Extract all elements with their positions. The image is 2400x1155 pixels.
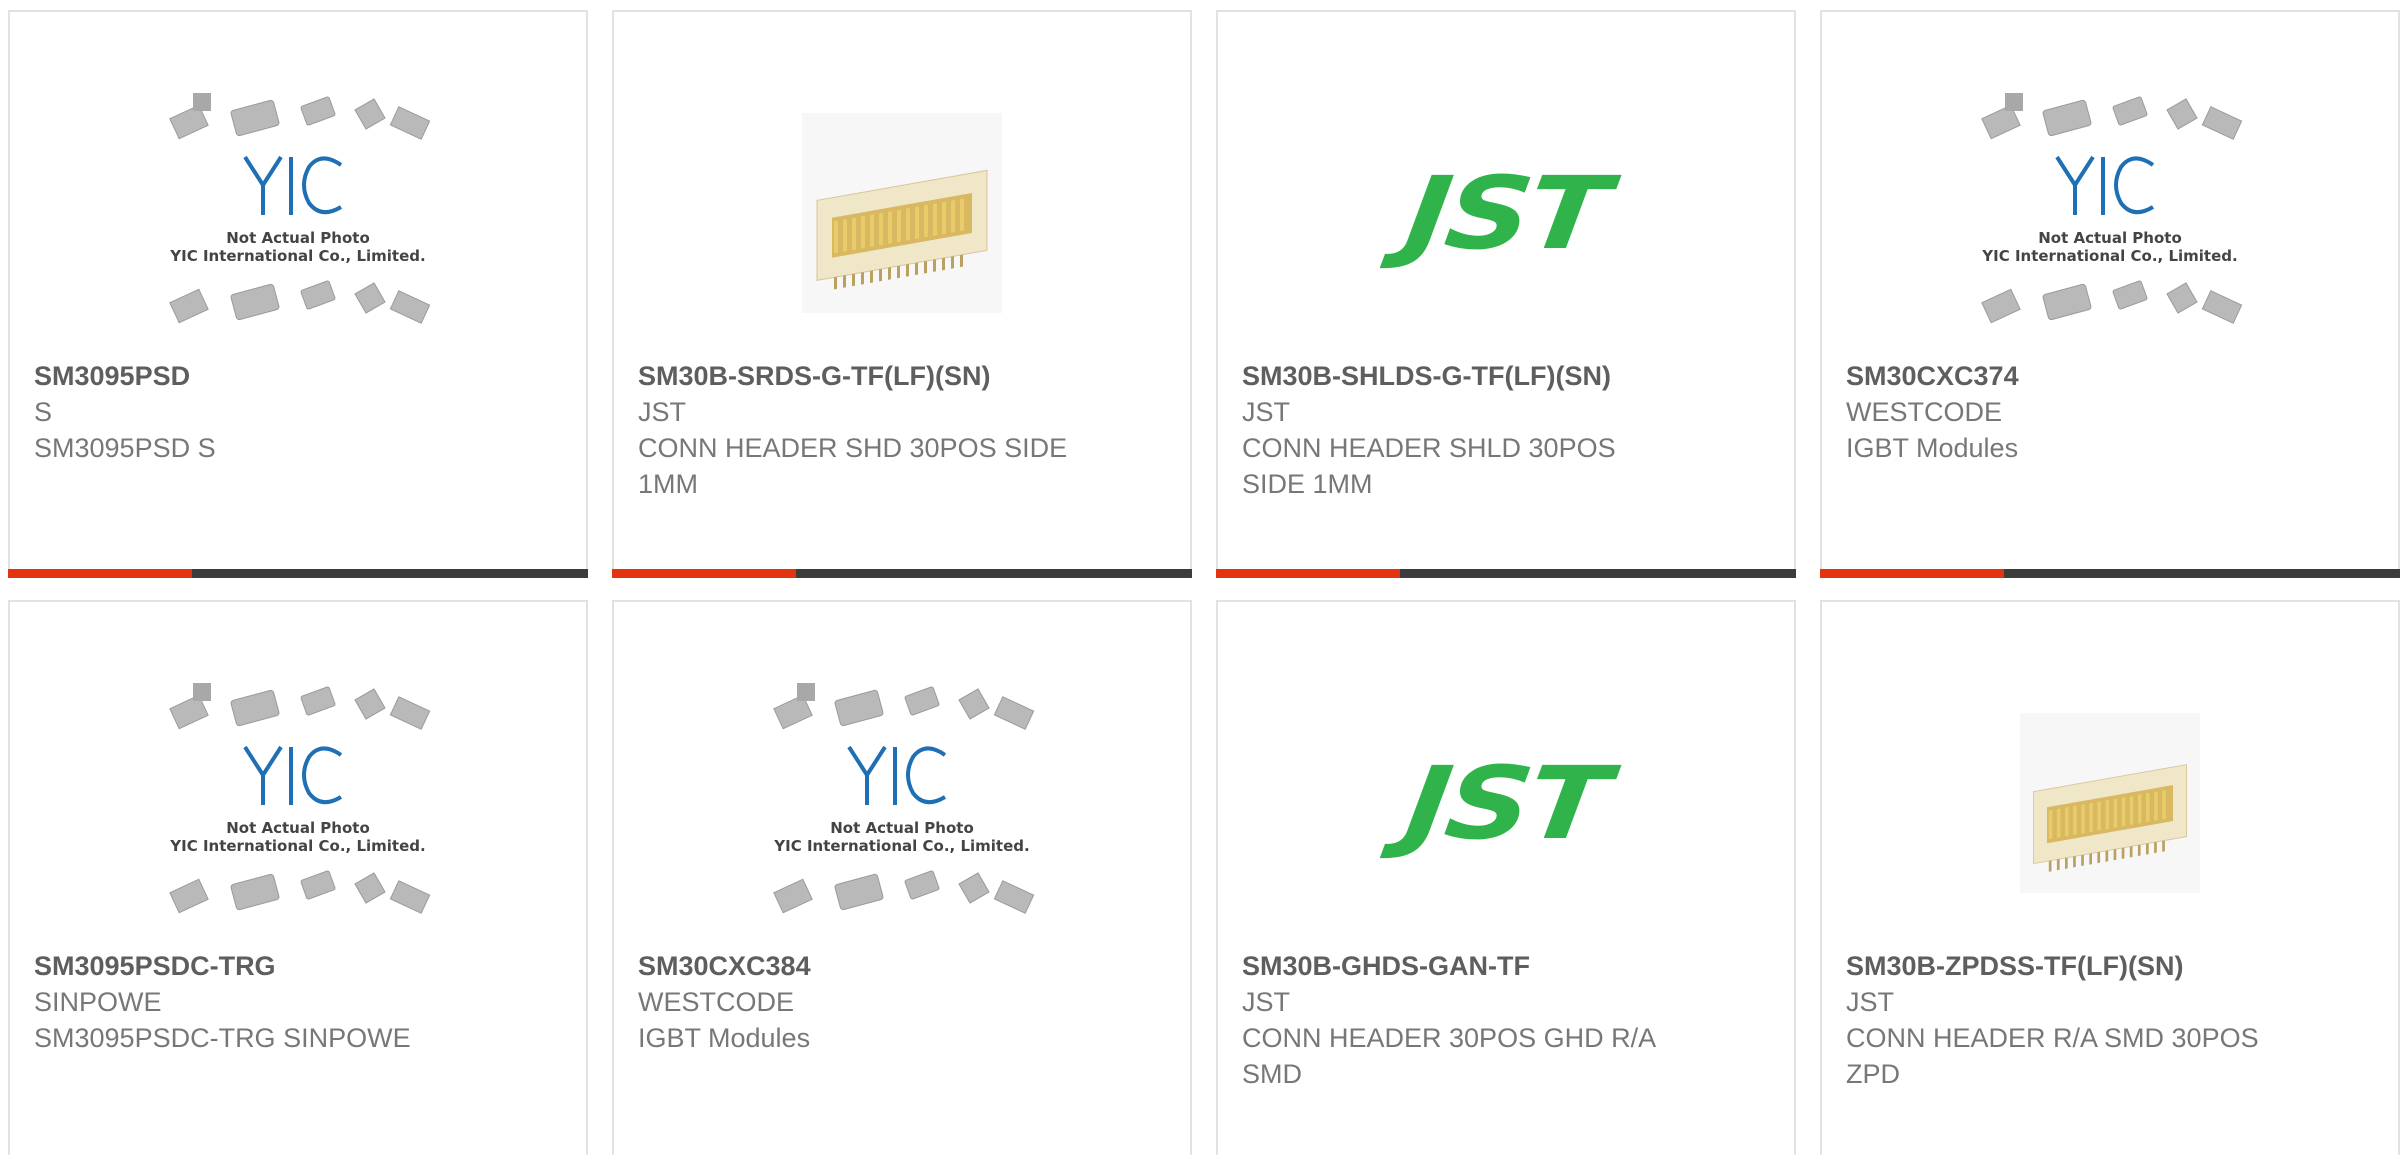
svg-text:YIC International Co., Limited: YIC International Co., Limited. <box>773 837 1029 855</box>
manufacturer: JST <box>1846 987 1895 1017</box>
product-card[interactable]: Not Actual Photo YIC International Co., … <box>612 600 1192 1155</box>
card-footer-accent <box>1216 569 1400 578</box>
product-card[interactable]: Not Actual Photo YIC International Co., … <box>1820 10 2400 578</box>
part-number[interactable]: SM30CXC374 <box>1846 358 2276 394</box>
manufacturer: S <box>34 397 53 427</box>
card-footer-bar <box>1216 569 1796 578</box>
svg-text:YIC International Co., Limited: YIC International Co., Limited. <box>169 837 425 855</box>
jst-logo: JST <box>1399 744 1613 862</box>
svg-text:Not Actual Photo: Not Actual Photo <box>226 229 370 247</box>
part-number[interactable]: SM30B-GHDS-GAN-TF <box>1242 948 1672 984</box>
card-footer-accent <box>612 569 796 578</box>
product-image: JST <box>1218 78 1794 348</box>
connector-photo <box>2020 713 2200 893</box>
svg-text:Not Actual Photo: Not Actual Photo <box>2038 229 2182 247</box>
manufacturer: WESTCODE <box>638 987 795 1017</box>
product-card[interactable]: Not Actual Photo YIC International Co., … <box>8 10 588 578</box>
product-image: JST <box>1218 668 1794 938</box>
description: CONN HEADER R/A SMD 30POS ZPD <box>1846 1023 2259 1089</box>
manufacturer: JST <box>1242 987 1291 1017</box>
part-number[interactable]: SM30CXC384 <box>638 948 1068 984</box>
product-card[interactable]: JST SM30B-GHDS-GAN-TF JST CONN HEADER 30… <box>1216 600 1796 1155</box>
svg-text:YIC International Co., Limited: YIC International Co., Limited. <box>169 247 425 265</box>
description: SM3095PSD S <box>34 433 216 463</box>
manufacturer: JST <box>1242 397 1291 427</box>
description: CONN HEADER SHLD 30POS SIDE 1MM <box>1242 433 1616 499</box>
card-footer-bar <box>612 569 1192 578</box>
part-number[interactable]: SM30B-SHLDS-G-TF(LF)(SN) <box>1242 358 1672 394</box>
yic-placeholder-graphic: Not Actual Photo YIC International Co., … <box>773 683 1035 914</box>
product-image: Not Actual Photo YIC International Co., … <box>614 668 1190 938</box>
part-number[interactable]: SM30B-ZPDSS-TF(LF)(SN) <box>1846 948 2276 984</box>
description: IGBT Modules <box>638 1023 811 1053</box>
product-card[interactable]: Not Actual Photo YIC International Co., … <box>8 600 588 1155</box>
jst-logo: JST <box>1399 154 1613 272</box>
card-footer-accent <box>8 569 192 578</box>
part-number[interactable]: SM3095PSDC-TRG <box>34 948 464 984</box>
product-image <box>614 78 1190 348</box>
svg-text:YIC International Co., Limited: YIC International Co., Limited. <box>1981 247 2237 265</box>
svg-text:Not Actual Photo: Not Actual Photo <box>226 819 370 837</box>
description: CONN HEADER SHD 30POS SIDE 1MM <box>638 433 1068 499</box>
description: CONN HEADER 30POS GHD R/A SMD <box>1242 1023 1655 1089</box>
description: SM3095PSDC-TRG SINPOWE <box>34 1023 411 1053</box>
product-image <box>1822 668 2398 938</box>
product-image: Not Actual Photo YIC International Co., … <box>1822 78 2398 348</box>
part-number[interactable]: SM3095PSD <box>34 358 464 394</box>
manufacturer: WESTCODE <box>1846 397 2003 427</box>
part-number[interactable]: SM30B-SRDS-G-TF(LF)(SN) <box>638 358 1068 394</box>
product-image: Not Actual Photo YIC International Co., … <box>10 78 586 348</box>
manufacturer: JST <box>638 397 687 427</box>
product-card[interactable]: SM30B-ZPDSS-TF(LF)(SN) JST CONN HEADER R… <box>1820 600 2400 1155</box>
yic-placeholder-graphic: Not Actual Photo YIC International Co., … <box>169 93 431 324</box>
svg-text:Not Actual Photo: Not Actual Photo <box>830 819 974 837</box>
card-footer-bar <box>8 569 588 578</box>
card-footer-accent <box>1820 569 2004 578</box>
card-footer-bar <box>1820 569 2400 578</box>
product-grid: Not Actual Photo YIC International Co., … <box>0 0 2400 1155</box>
yic-placeholder-graphic: Not Actual Photo YIC International Co., … <box>1981 93 2243 324</box>
product-card[interactable]: SM30B-SRDS-G-TF(LF)(SN) JST CONN HEADER … <box>612 10 1192 578</box>
description: IGBT Modules <box>1846 433 2019 463</box>
manufacturer: SINPOWE <box>34 987 162 1017</box>
yic-placeholder-graphic: Not Actual Photo YIC International Co., … <box>169 683 431 914</box>
connector-photo <box>802 113 1002 313</box>
product-image: Not Actual Photo YIC International Co., … <box>10 668 586 938</box>
product-card[interactable]: JST SM30B-SHLDS-G-TF(LF)(SN) JST CONN HE… <box>1216 10 1796 578</box>
